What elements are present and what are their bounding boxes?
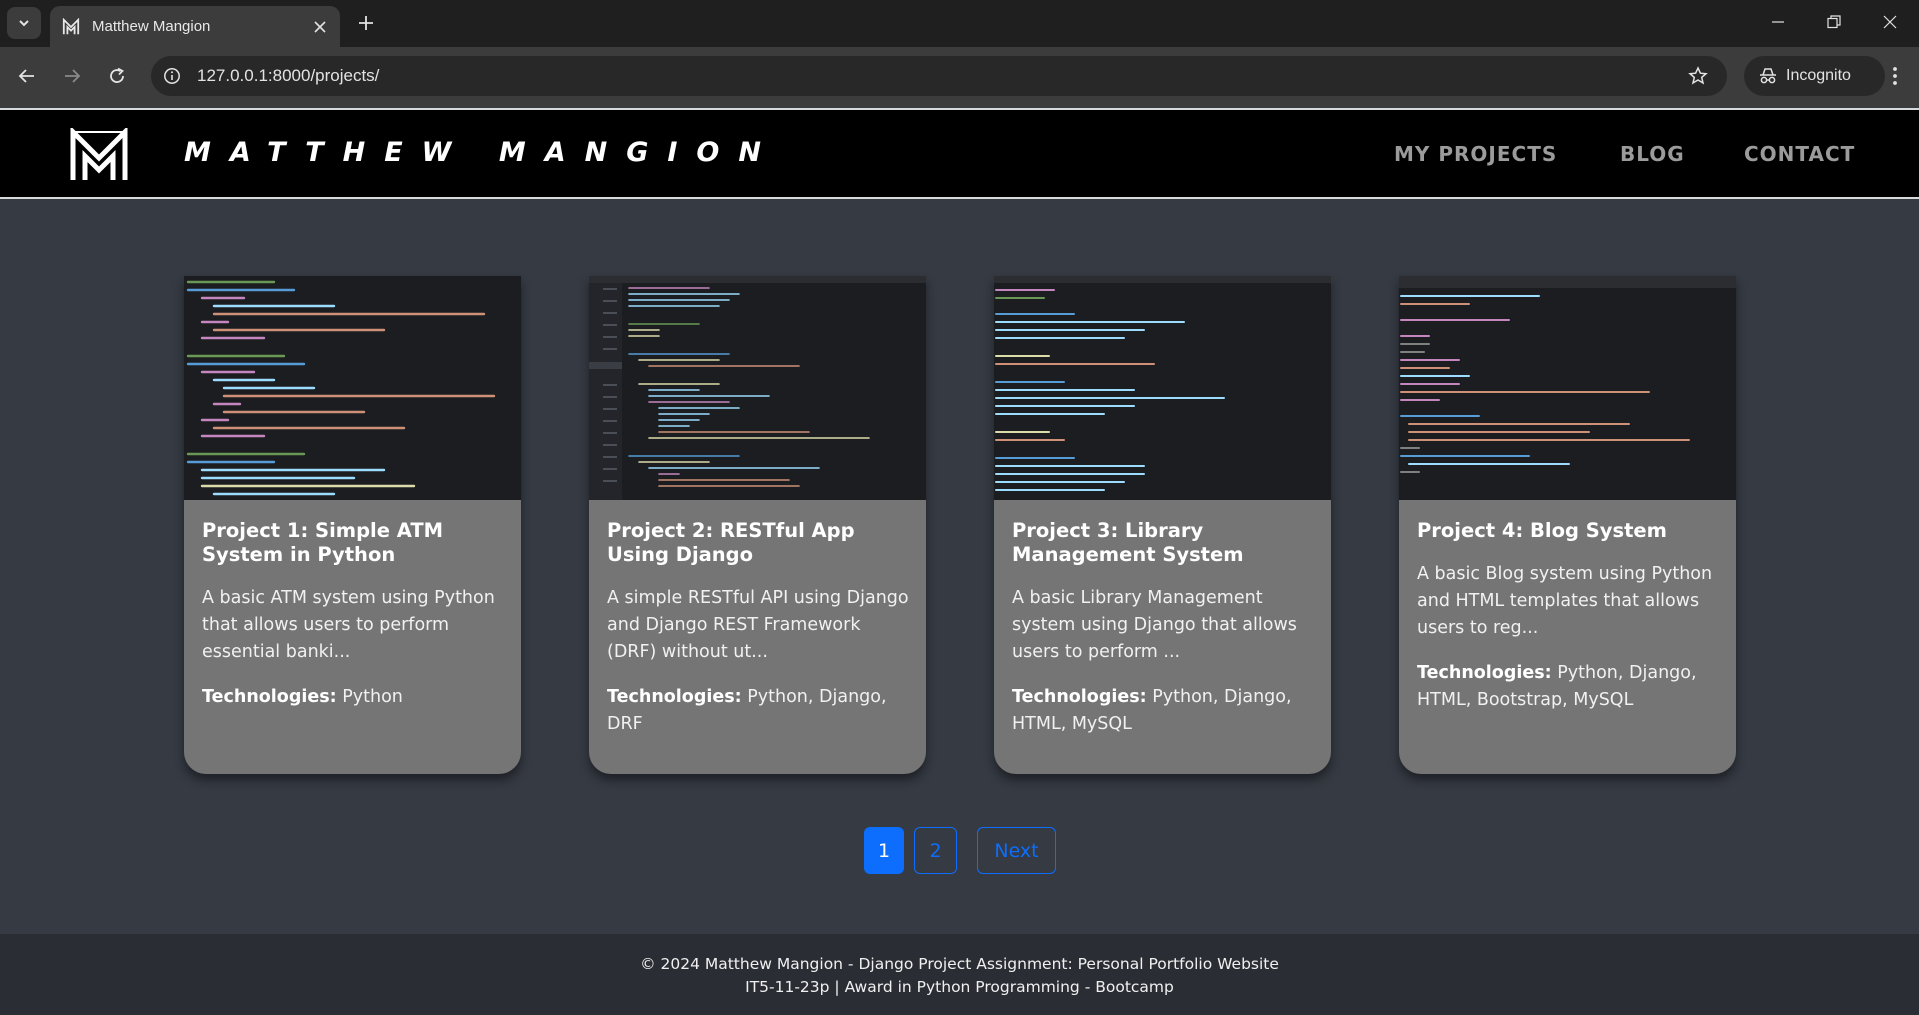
project-technologies: Technologies: Python, Django, HTML, Boot… — [1417, 660, 1722, 714]
back-arrow-icon[interactable] — [10, 59, 44, 93]
project-technologies: Technologies: Python — [202, 684, 507, 711]
incognito-label: Incognito — [1786, 67, 1851, 84]
project-card[interactable]: Project 1: Simple ATM System in Python A… — [184, 276, 521, 774]
technologies-label: Technologies: — [1417, 663, 1552, 683]
project-description: A simple RESTful API using Django and Dj… — [607, 588, 909, 662]
minimize-icon[interactable] — [1750, 0, 1806, 44]
incognito-icon — [1760, 68, 1776, 84]
site-footer: © 2024 Matthew Mangion - Django Project … — [0, 934, 1919, 1015]
chevron-down-icon — [19, 20, 29, 27]
close-window-icon[interactable] — [1862, 0, 1918, 44]
page-1-button[interactable]: 1 — [864, 827, 904, 874]
page-2-button[interactable]: 2 — [914, 827, 957, 874]
mm-logo-icon[interactable] — [70, 128, 128, 182]
technologies-label: Technologies: — [1012, 687, 1147, 707]
project-technologies: Technologies: Python, Django, DRF — [607, 684, 912, 738]
project-title[interactable]: Project 2: RESTful App Using Django — [607, 519, 912, 567]
project-description: A basic Library Management system using … — [1012, 588, 1297, 662]
project-card[interactable]: Project 2: RESTful App Using Django A si… — [589, 276, 926, 774]
tab-title: Matthew Mangion — [92, 18, 211, 35]
technologies-value: Python — [342, 687, 403, 707]
project-thumbnail-code-screenshot — [589, 276, 926, 500]
close-tab-icon[interactable] — [306, 13, 334, 41]
technologies-label: Technologies: — [607, 687, 742, 707]
site-header: MATTHEW MANGION MY PROJECTS BLOG CONTACT — [0, 108, 1919, 199]
browser-tab-bar: Matthew Mangion — [0, 0, 1919, 47]
browser-tab[interactable]: Matthew Mangion — [50, 6, 340, 47]
restore-icon[interactable] — [1806, 0, 1862, 44]
project-technologies: Technologies: Python, Django, HTML, MySQ… — [1012, 684, 1317, 738]
footer-copyright: © 2024 Matthew Mangion - Django Project … — [640, 955, 1279, 973]
project-thumbnail-code-screenshot — [184, 276, 521, 500]
address-bar[interactable]: 127.0.0.1:8000/projects/ — [151, 56, 1727, 96]
project-title[interactable]: Project 3: Library Management System — [1012, 519, 1317, 567]
footer-course: IT5-11-23p | Award in Python Programming… — [745, 978, 1174, 996]
nav-blog[interactable]: BLOG — [1620, 142, 1685, 166]
browser-menu-icon[interactable] — [1878, 59, 1912, 93]
new-tab-icon[interactable] — [352, 9, 380, 37]
nav-my-projects[interactable]: MY PROJECTS — [1394, 142, 1557, 166]
site-info-icon[interactable] — [157, 61, 187, 91]
reload-icon[interactable] — [100, 59, 134, 93]
project-description: A basic Blog system using Python and HTM… — [1417, 564, 1713, 638]
tab-search-button[interactable] — [7, 7, 41, 39]
project-thumbnail-code-screenshot — [994, 276, 1331, 500]
bookmark-star-icon[interactable] — [1681, 59, 1715, 93]
technologies-label: Technologies: — [202, 687, 337, 707]
project-title[interactable]: Project 1: Simple ATM System in Python — [202, 519, 507, 567]
url-text[interactable]: 127.0.0.1:8000/projects/ — [197, 66, 1681, 86]
incognito-badge[interactable]: Incognito — [1744, 56, 1885, 96]
project-thumbnail-code-screenshot — [1399, 276, 1736, 500]
nav-contact[interactable]: CONTACT — [1744, 142, 1855, 166]
project-card[interactable]: Project 4: Blog System A basic Blog syst… — [1399, 276, 1736, 774]
project-card[interactable]: Project 3: Library Management System A b… — [994, 276, 1331, 774]
project-description: A basic ATM system using Python that all… — [202, 588, 495, 662]
forward-arrow-icon[interactable] — [55, 59, 89, 93]
site-brand[interactable]: MATTHEW MANGION — [184, 137, 780, 168]
mm-logo-favicon-icon — [62, 17, 80, 34]
project-title[interactable]: Project 4: Blog System — [1417, 519, 1722, 543]
browser-toolbar: 127.0.0.1:8000/projects/ Incognito — [0, 47, 1919, 107]
next-page-button[interactable]: Next — [977, 827, 1056, 874]
